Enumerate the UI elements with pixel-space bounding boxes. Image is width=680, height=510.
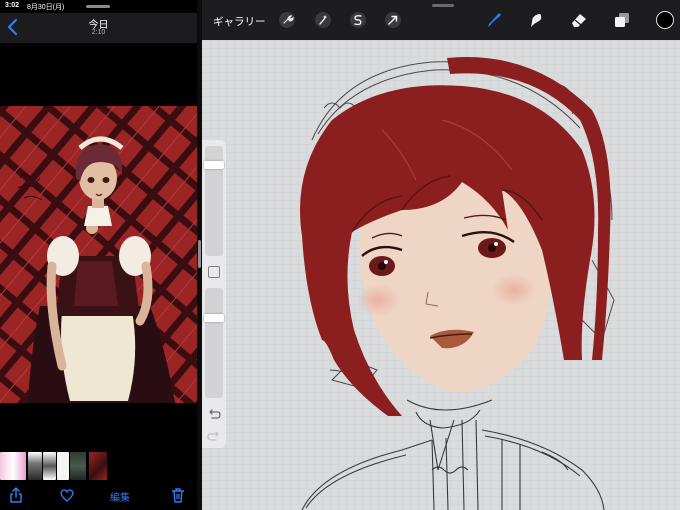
heart-icon[interactable] <box>59 487 75 503</box>
status-time: 3:02 <box>5 2 20 9</box>
procreate-app-pane: ギャラリー <box>202 0 680 510</box>
brush-icon[interactable] <box>485 11 503 29</box>
procreate-sidebar <box>202 140 226 448</box>
opacity-thumb[interactable] <box>204 313 224 322</box>
selection-icon[interactable] <box>349 11 367 29</box>
redo-icon[interactable] <box>206 430 222 444</box>
share-icon[interactable] <box>8 487 24 503</box>
transform-arrow-icon[interactable] <box>384 11 402 29</box>
color-picker-button[interactable] <box>656 11 674 29</box>
thumbnail-5[interactable] <box>70 452 86 480</box>
undo-icon[interactable] <box>206 408 222 422</box>
eraser-icon[interactable] <box>570 11 588 29</box>
modify-button[interactable] <box>208 266 220 278</box>
photos-toolbar: 編集 <box>0 480 197 510</box>
nav-subtitle: 2:10 <box>91 29 106 36</box>
photos-app-pane: 3:02 8月30日(月) 今日 2:10 編集 <box>0 0 197 510</box>
artwork-photo[interactable] <box>0 106 197 403</box>
thumbnail-1[interactable] <box>0 452 26 480</box>
wrench-icon[interactable] <box>278 11 296 29</box>
brush-size-thumb[interactable] <box>204 161 224 170</box>
edit-button[interactable]: 編集 <box>110 489 130 504</box>
status-date: 8月30日(月) <box>27 4 65 11</box>
drawing-canvas[interactable] <box>202 0 680 510</box>
procreate-toolbar: ギャラリー <box>202 0 680 40</box>
smudge-icon[interactable] <box>527 11 545 29</box>
opacity-slider[interactable] <box>205 288 223 398</box>
photos-nav-bar: 今日 2:10 <box>0 13 197 43</box>
layers-icon[interactable] <box>613 11 631 29</box>
magic-wand-icon[interactable] <box>314 11 332 29</box>
gallery-button[interactable]: ギャラリー <box>213 14 266 29</box>
thumbnail-strip <box>0 452 197 480</box>
app-grabber[interactable] <box>432 4 454 7</box>
multitasking-grabber[interactable] <box>86 5 110 8</box>
thumbnail-2[interactable] <box>28 452 42 480</box>
thumbnail-4[interactable] <box>57 452 69 480</box>
thumbnail-3[interactable] <box>43 452 56 480</box>
thumbnail-current[interactable] <box>89 452 107 480</box>
split-view-handle[interactable] <box>198 240 201 268</box>
trash-icon[interactable] <box>170 487 186 503</box>
